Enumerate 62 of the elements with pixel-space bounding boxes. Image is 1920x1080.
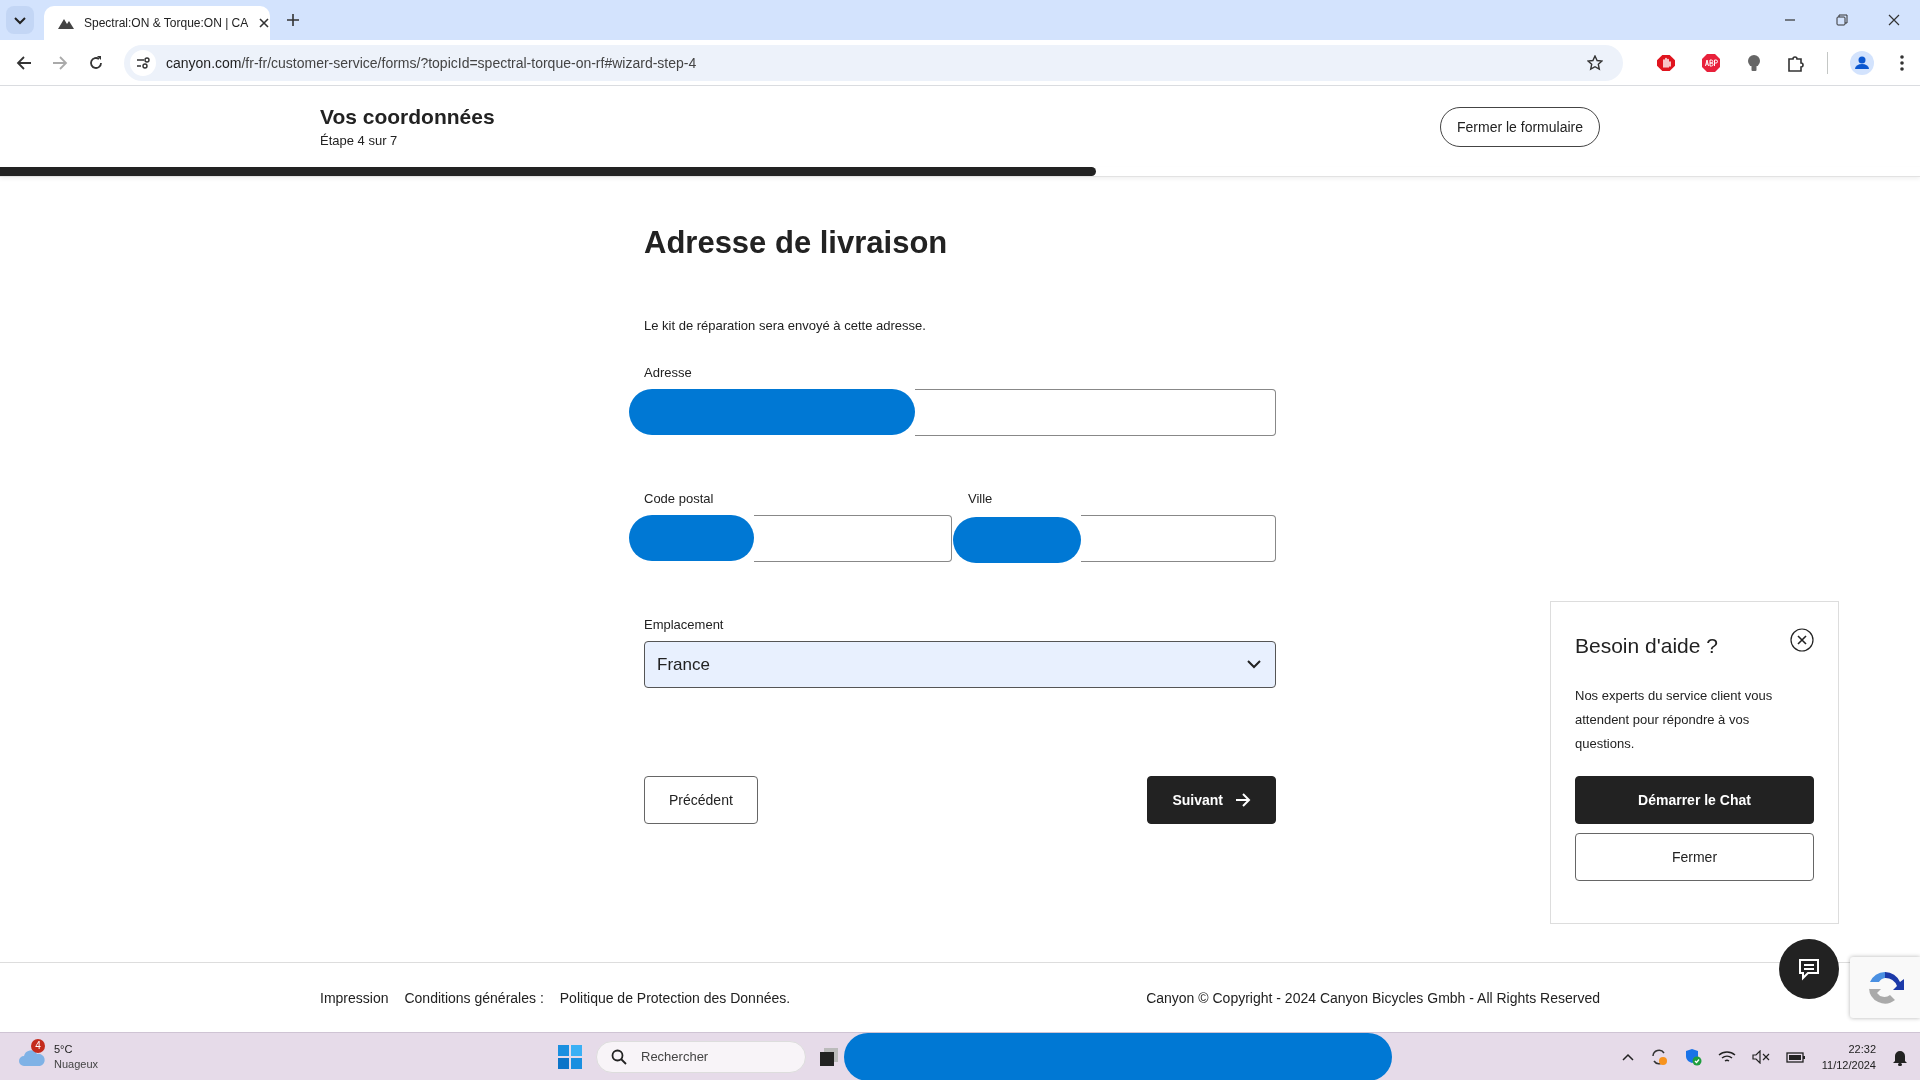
profile-icon[interactable] [1850,50,1874,75]
hand-icon[interactable] [1657,53,1675,72]
start-chat-button[interactable]: Démarrer le Chat [1575,776,1814,824]
lightbulb-icon[interactable] [1747,53,1761,72]
reload-icon[interactable] [88,54,104,71]
adblock-icon[interactable] [1701,52,1721,73]
panel-text: Nos experts du service client vous attendent pour répondre à vos questions. [1575,687,1774,753]
chevron-up-icon[interactable] [1621,1052,1634,1061]
taskbar-search[interactable]: Rechercher [596,1040,806,1073]
field-label: Ville [968,491,994,506]
next-button[interactable]: Suivant [1147,776,1276,824]
field-label: Emplacement [644,617,725,632]
mountain-icon [58,17,74,29]
browser-tab[interactable]: Spectral:ON & Torque:ON | CA [44,6,270,40]
footer-link[interactable]: Conditions générales : [404,989,544,1006]
restore-icon[interactable] [1836,14,1848,26]
field-label: Adresse [644,365,693,380]
site-settings-icon[interactable] [130,49,156,76]
close-form-button[interactable]: Fermer le formulaire [1439,106,1600,147]
footer-link[interactable]: Politique de Protection des Données. [559,989,791,1006]
panel-title: Besoin d'aide ? [1575,634,1718,658]
arrow-right-icon [1235,793,1251,807]
close-button[interactable]: Fermer [1575,833,1814,881]
close-icon[interactable] [1790,628,1814,652]
intro-text: Le kit de réparation sera envoyé à cette adresse. [644,318,927,333]
country-dropdown[interactable]: France [644,641,1276,688]
address-bar[interactable]: canyon.com/fr-fr/customer-service/forms/?topicId=spectral-torque-on-rf#wizard-step-4 [124,44,1623,81]
url-text: canyon.com/fr-fr/customer-service/forms/?topicId=spectral-torque-on-rf#wizard-step-4 [166,54,697,71]
wifi-icon[interactable] [1717,1049,1736,1064]
close-icon[interactable] [1888,14,1900,26]
input-field[interactable] [754,515,952,562]
close-icon[interactable] [258,17,271,29]
chat-icon[interactable] [1779,939,1839,999]
new-tab-icon[interactable] [286,13,300,27]
chevron-down-icon [1247,660,1261,669]
notification-badge: 4 [31,1038,45,1053]
field-label: Code postal [644,491,715,506]
clock[interactable]: 22:32 11/12/2024 [1821,1040,1876,1073]
input-field[interactable] [915,389,1276,436]
weather-text: Nuageux [54,1056,99,1072]
more-icon[interactable] [1900,54,1904,71]
star-icon[interactable] [1587,54,1603,71]
search-icon [611,1048,627,1065]
sync-icon[interactable] [1649,1047,1668,1066]
form-title: Vos coordonnées [320,105,495,129]
temperature-text: 5°C [54,1041,74,1057]
page-heading: Adresse de livraison [644,225,949,261]
tab-list-icon[interactable] [6,6,34,34]
back-icon[interactable] [16,54,32,71]
tab-title: Spectral:ON & Torque:ON | CA [84,16,249,30]
step-indicator: Étape 4 sur 7 [320,133,399,148]
recaptcha-badge[interactable] [1850,957,1920,1018]
footer-link[interactable]: Impression [320,989,389,1006]
muted-speaker-icon[interactable] [1751,1049,1770,1064]
input-field[interactable] [1081,515,1276,562]
windows-icon[interactable] [558,1044,582,1069]
copyright-text: Canyon © Copyright - 2024 Canyon Bicycles Gmbh - All Rights Reserved [1146,989,1600,1006]
puzzle-icon[interactable] [1787,53,1805,72]
battery-icon[interactable] [1785,1049,1806,1064]
shield-icon[interactable] [1683,1047,1702,1066]
task-view-icon[interactable] [820,1047,838,1066]
previous-button[interactable]: Précédent [644,776,758,824]
